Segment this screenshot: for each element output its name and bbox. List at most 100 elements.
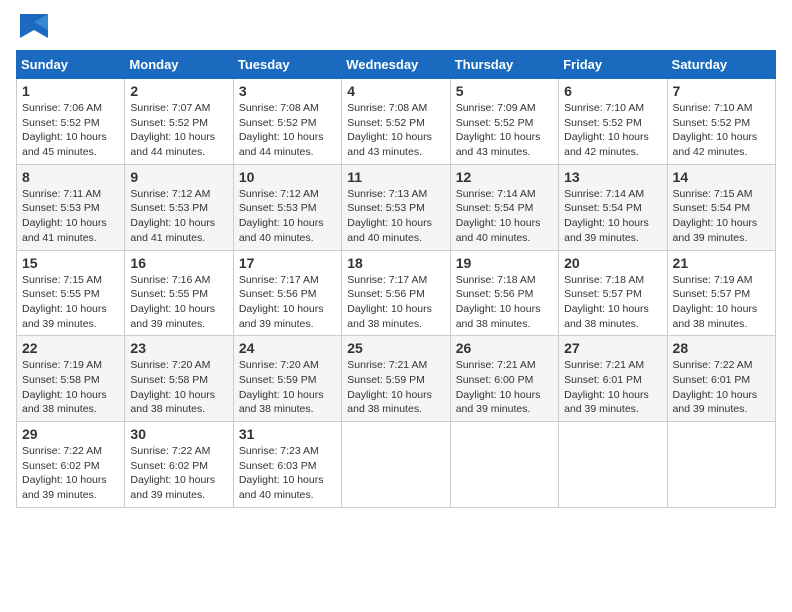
day-number: 20 xyxy=(564,255,661,271)
calendar-day-header: Wednesday xyxy=(342,51,450,79)
calendar-cell: 18 Sunrise: 7:17 AM Sunset: 5:56 PM Dayl… xyxy=(342,250,450,336)
day-info: Sunrise: 7:16 AM Sunset: 5:55 PM Dayligh… xyxy=(130,274,215,330)
page-header xyxy=(16,16,776,40)
calendar-cell: 16 Sunrise: 7:16 AM Sunset: 5:55 PM Dayl… xyxy=(125,250,233,336)
day-number: 29 xyxy=(22,426,119,442)
day-number: 11 xyxy=(347,169,444,185)
day-info: Sunrise: 7:14 AM Sunset: 5:54 PM Dayligh… xyxy=(456,188,541,244)
day-info: Sunrise: 7:22 AM Sunset: 6:01 PM Dayligh… xyxy=(673,359,758,415)
day-number: 15 xyxy=(22,255,119,271)
day-number: 28 xyxy=(673,340,770,356)
day-number: 12 xyxy=(456,169,553,185)
day-number: 13 xyxy=(564,169,661,185)
day-number: 19 xyxy=(456,255,553,271)
day-info: Sunrise: 7:12 AM Sunset: 5:53 PM Dayligh… xyxy=(130,188,215,244)
calendar-row: 8 Sunrise: 7:11 AM Sunset: 5:53 PM Dayli… xyxy=(17,164,776,250)
calendar-cell: 25 Sunrise: 7:21 AM Sunset: 5:59 PM Dayl… xyxy=(342,336,450,422)
day-number: 30 xyxy=(130,426,227,442)
day-info: Sunrise: 7:21 AM Sunset: 5:59 PM Dayligh… xyxy=(347,359,432,415)
calendar-cell: 1 Sunrise: 7:06 AM Sunset: 5:52 PM Dayli… xyxy=(17,79,125,165)
calendar-cell xyxy=(342,422,450,508)
day-number: 23 xyxy=(130,340,227,356)
calendar-cell: 12 Sunrise: 7:14 AM Sunset: 5:54 PM Dayl… xyxy=(450,164,558,250)
day-info: Sunrise: 7:10 AM Sunset: 5:52 PM Dayligh… xyxy=(673,102,758,158)
calendar-row: 22 Sunrise: 7:19 AM Sunset: 5:58 PM Dayl… xyxy=(17,336,776,422)
day-number: 22 xyxy=(22,340,119,356)
day-number: 8 xyxy=(22,169,119,185)
day-number: 5 xyxy=(456,83,553,99)
calendar-day-header: Friday xyxy=(559,51,667,79)
calendar-cell: 31 Sunrise: 7:23 AM Sunset: 6:03 PM Dayl… xyxy=(233,422,341,508)
calendar-cell: 20 Sunrise: 7:18 AM Sunset: 5:57 PM Dayl… xyxy=(559,250,667,336)
calendar-day-header: Monday xyxy=(125,51,233,79)
day-number: 14 xyxy=(673,169,770,185)
day-info: Sunrise: 7:20 AM Sunset: 5:58 PM Dayligh… xyxy=(130,359,215,415)
day-info: Sunrise: 7:23 AM Sunset: 6:03 PM Dayligh… xyxy=(239,445,324,501)
calendar-cell: 24 Sunrise: 7:20 AM Sunset: 5:59 PM Dayl… xyxy=(233,336,341,422)
day-info: Sunrise: 7:06 AM Sunset: 5:52 PM Dayligh… xyxy=(22,102,107,158)
day-number: 26 xyxy=(456,340,553,356)
calendar-cell: 17 Sunrise: 7:17 AM Sunset: 5:56 PM Dayl… xyxy=(233,250,341,336)
day-info: Sunrise: 7:17 AM Sunset: 5:56 PM Dayligh… xyxy=(347,274,432,330)
calendar-row: 29 Sunrise: 7:22 AM Sunset: 6:02 PM Dayl… xyxy=(17,422,776,508)
calendar-table: SundayMondayTuesdayWednesdayThursdayFrid… xyxy=(16,50,776,508)
day-info: Sunrise: 7:21 AM Sunset: 6:01 PM Dayligh… xyxy=(564,359,649,415)
day-number: 3 xyxy=(239,83,336,99)
day-number: 10 xyxy=(239,169,336,185)
day-number: 2 xyxy=(130,83,227,99)
calendar-cell: 10 Sunrise: 7:12 AM Sunset: 5:53 PM Dayl… xyxy=(233,164,341,250)
calendar-cell: 15 Sunrise: 7:15 AM Sunset: 5:55 PM Dayl… xyxy=(17,250,125,336)
calendar-cell: 9 Sunrise: 7:12 AM Sunset: 5:53 PM Dayli… xyxy=(125,164,233,250)
day-info: Sunrise: 7:13 AM Sunset: 5:53 PM Dayligh… xyxy=(347,188,432,244)
day-info: Sunrise: 7:18 AM Sunset: 5:56 PM Dayligh… xyxy=(456,274,541,330)
day-info: Sunrise: 7:17 AM Sunset: 5:56 PM Dayligh… xyxy=(239,274,324,330)
day-number: 25 xyxy=(347,340,444,356)
calendar-cell: 13 Sunrise: 7:14 AM Sunset: 5:54 PM Dayl… xyxy=(559,164,667,250)
day-info: Sunrise: 7:19 AM Sunset: 5:57 PM Dayligh… xyxy=(673,274,758,330)
calendar-day-header: Sunday xyxy=(17,51,125,79)
day-number: 1 xyxy=(22,83,119,99)
day-number: 27 xyxy=(564,340,661,356)
calendar-cell: 7 Sunrise: 7:10 AM Sunset: 5:52 PM Dayli… xyxy=(667,79,775,165)
day-info: Sunrise: 7:22 AM Sunset: 6:02 PM Dayligh… xyxy=(130,445,215,501)
calendar-cell: 30 Sunrise: 7:22 AM Sunset: 6:02 PM Dayl… xyxy=(125,422,233,508)
day-number: 24 xyxy=(239,340,336,356)
calendar-cell: 8 Sunrise: 7:11 AM Sunset: 5:53 PM Dayli… xyxy=(17,164,125,250)
calendar-cell: 4 Sunrise: 7:08 AM Sunset: 5:52 PM Dayli… xyxy=(342,79,450,165)
calendar-cell xyxy=(450,422,558,508)
calendar-cell: 14 Sunrise: 7:15 AM Sunset: 5:54 PM Dayl… xyxy=(667,164,775,250)
day-number: 9 xyxy=(130,169,227,185)
day-number: 4 xyxy=(347,83,444,99)
day-info: Sunrise: 7:07 AM Sunset: 5:52 PM Dayligh… xyxy=(130,102,215,158)
day-info: Sunrise: 7:08 AM Sunset: 5:52 PM Dayligh… xyxy=(239,102,324,158)
calendar-cell: 27 Sunrise: 7:21 AM Sunset: 6:01 PM Dayl… xyxy=(559,336,667,422)
day-info: Sunrise: 7:21 AM Sunset: 6:00 PM Dayligh… xyxy=(456,359,541,415)
calendar-day-header: Saturday xyxy=(667,51,775,79)
calendar-cell: 19 Sunrise: 7:18 AM Sunset: 5:56 PM Dayl… xyxy=(450,250,558,336)
day-info: Sunrise: 7:15 AM Sunset: 5:55 PM Dayligh… xyxy=(22,274,107,330)
day-info: Sunrise: 7:20 AM Sunset: 5:59 PM Dayligh… xyxy=(239,359,324,415)
calendar-cell: 3 Sunrise: 7:08 AM Sunset: 5:52 PM Dayli… xyxy=(233,79,341,165)
day-number: 6 xyxy=(564,83,661,99)
day-info: Sunrise: 7:11 AM Sunset: 5:53 PM Dayligh… xyxy=(22,188,107,244)
calendar-cell: 5 Sunrise: 7:09 AM Sunset: 5:52 PM Dayli… xyxy=(450,79,558,165)
calendar-cell: 6 Sunrise: 7:10 AM Sunset: 5:52 PM Dayli… xyxy=(559,79,667,165)
calendar-cell xyxy=(667,422,775,508)
calendar-day-header: Thursday xyxy=(450,51,558,79)
day-info: Sunrise: 7:14 AM Sunset: 5:54 PM Dayligh… xyxy=(564,188,649,244)
day-info: Sunrise: 7:19 AM Sunset: 5:58 PM Dayligh… xyxy=(22,359,107,415)
day-info: Sunrise: 7:18 AM Sunset: 5:57 PM Dayligh… xyxy=(564,274,649,330)
day-number: 17 xyxy=(239,255,336,271)
logo-icon xyxy=(16,12,52,40)
day-info: Sunrise: 7:12 AM Sunset: 5:53 PM Dayligh… xyxy=(239,188,324,244)
day-info: Sunrise: 7:15 AM Sunset: 5:54 PM Dayligh… xyxy=(673,188,758,244)
day-number: 21 xyxy=(673,255,770,271)
day-number: 18 xyxy=(347,255,444,271)
day-number: 7 xyxy=(673,83,770,99)
calendar-cell: 23 Sunrise: 7:20 AM Sunset: 5:58 PM Dayl… xyxy=(125,336,233,422)
logo xyxy=(16,16,52,40)
calendar-header-row: SundayMondayTuesdayWednesdayThursdayFrid… xyxy=(17,51,776,79)
calendar-cell: 28 Sunrise: 7:22 AM Sunset: 6:01 PM Dayl… xyxy=(667,336,775,422)
calendar-day-header: Tuesday xyxy=(233,51,341,79)
calendar-cell: 29 Sunrise: 7:22 AM Sunset: 6:02 PM Dayl… xyxy=(17,422,125,508)
